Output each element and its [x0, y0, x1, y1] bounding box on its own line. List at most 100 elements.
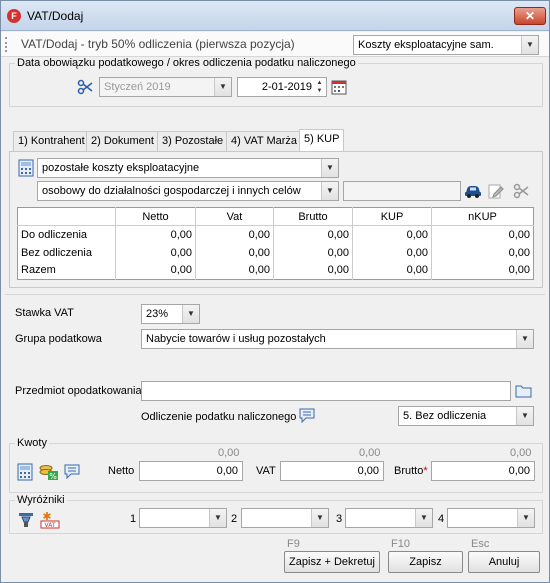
brutto-label-text: Brutto: [394, 465, 424, 477]
percent-coins-icon[interactable]: %: [39, 463, 59, 481]
vehicle-field[interactable]: [343, 181, 461, 201]
chevron-down-icon[interactable]: ▼: [321, 182, 338, 200]
chevron-down-icon[interactable]: ▼: [214, 78, 231, 96]
chevron-down-icon[interactable]: ▼: [521, 36, 538, 54]
odliczenie-value: 5. Bez odliczenia: [403, 410, 487, 422]
tab-pozostale[interactable]: 3) Pozostałe: [157, 131, 229, 151]
table-cell: 0,00: [273, 225, 353, 244]
table-header-row: Netto Vat Brutto KUP nKUP: [17, 207, 534, 226]
category-select[interactable]: Koszty eksploatacyjne sam. ▼: [353, 35, 539, 55]
spin-arrows-icon[interactable]: ▲ ▼: [314, 79, 325, 95]
kup-amounts-table: Netto Vat Brutto KUP nKUP Do odliczenia …: [17, 207, 534, 280]
column-header: KUP: [352, 207, 432, 226]
netto-value: 0,00: [216, 465, 238, 477]
brutto-field[interactable]: 0,00: [431, 461, 535, 481]
kup-category-select[interactable]: pozostałe koszty eksploatacyjne ▼: [37, 158, 339, 178]
stawka-vat-value: 23%: [146, 308, 169, 320]
table-cell: 0,00: [195, 243, 274, 262]
wyroznik-4-select[interactable]: ▼: [447, 508, 535, 528]
wyroznik-3-select[interactable]: ▼: [345, 508, 433, 528]
vat-label: VAT: [256, 465, 276, 477]
stawka-vat-select[interactable]: 23% ▼: [141, 304, 200, 324]
vat-dialog-window: F VAT/Dodaj ✕ VAT/Dodaj - tryb 50% odlic…: [0, 0, 550, 583]
calendar-icon[interactable]: [331, 79, 347, 95]
table-cell: 0,00: [431, 243, 534, 262]
chevron-down-icon[interactable]: ▼: [516, 330, 533, 348]
odliczenie-select[interactable]: 5. Bez odliczenia ▼: [398, 406, 534, 426]
grupa-podatkowa-select[interactable]: Nabycie towarów i usług pozostałych ▼: [141, 329, 534, 349]
window-title: VAT/Dodaj: [27, 9, 84, 23]
vehicle-type-value: osobowy do działalności gospodarczej i i…: [42, 185, 301, 197]
required-mark: *: [423, 465, 428, 477]
vat-hint: 0,00: [359, 447, 381, 459]
column-header: Vat: [195, 207, 274, 226]
tab-kontrahent[interactable]: 1) Kontrahent: [13, 131, 90, 151]
vehicle-type-select[interactable]: osobowy do działalności gospodarczej i i…: [37, 181, 339, 201]
mode-text: VAT/Dodaj - tryb 50% odliczenia (pierwsz…: [21, 37, 295, 51]
column-header: Brutto: [273, 207, 353, 226]
tab-vat-marza[interactable]: 4) VAT Marża: [226, 131, 303, 151]
netto-hint: 0,00: [218, 447, 240, 459]
table-cell: 0,00: [115, 225, 196, 244]
kup-category-value: pozostałe koszty eksploatacyjne: [42, 162, 200, 174]
wyroznik-2-select[interactable]: ▼: [241, 508, 329, 528]
table-cell: 0,00: [352, 243, 432, 262]
cancel-button[interactable]: Anuluj: [468, 551, 540, 573]
vat-star-icon[interactable]: ✱ VAT: [39, 511, 61, 529]
wyroznik-1-label: 1: [130, 513, 137, 525]
save-shortcut: F10: [391, 538, 410, 550]
calculator-icon[interactable]: [18, 159, 34, 177]
chevron-down-icon[interactable]: ▼: [209, 509, 226, 527]
grip-handle: [5, 37, 8, 52]
column-header: [17, 207, 116, 226]
save-button[interactable]: Zapisz: [388, 551, 463, 573]
close-button[interactable]: ✕: [514, 7, 546, 25]
wyroznik-2-label: 2: [231, 513, 238, 525]
stawka-vat-label: Stawka VAT: [15, 307, 74, 319]
chevron-down-icon[interactable]: ▼: [415, 509, 432, 527]
svg-text:%: %: [49, 472, 57, 481]
row-label: Bez odliczenia: [21, 246, 92, 259]
title-bar: F VAT/Dodaj ✕: [1, 1, 549, 31]
tab-dokument[interactable]: 2) Dokument: [86, 131, 159, 151]
tab-kup[interactable]: 5) KUP: [299, 129, 345, 152]
edit-document-icon[interactable]: [488, 183, 504, 199]
vat-field[interactable]: 0,00: [280, 461, 384, 481]
chevron-down-icon[interactable]: ▼: [321, 159, 338, 177]
scissors-icon[interactable]: [77, 79, 93, 95]
mode-header: VAT/Dodaj - tryb 50% odliczenia (pierwsz…: [1, 32, 549, 57]
chevron-down-icon[interactable]: ▼: [516, 407, 533, 425]
wyroznik-4-label: 4: [438, 513, 445, 525]
table-cell: 0,00: [195, 261, 274, 280]
folder-icon[interactable]: [515, 383, 533, 399]
scissors-icon[interactable]: [513, 183, 529, 199]
calculator-icon[interactable]: [17, 463, 33, 481]
cancel-shortcut: Esc: [471, 538, 490, 550]
month-select[interactable]: Styczeń 2019 ▼: [99, 77, 232, 97]
period-group-title: Data obowiązku podatkowego / okres odlic…: [15, 57, 358, 69]
month-select-value: Styczeń 2019: [104, 81, 171, 93]
netto-label: Netto: [108, 465, 135, 477]
category-select-value: Koszty eksploatacyjne sam.: [358, 39, 494, 51]
date-field[interactable]: 2-01-2019 ▲ ▼: [237, 77, 327, 97]
chevron-down-icon[interactable]: ▼: [182, 305, 199, 323]
chevron-down-icon[interactable]: ▼: [517, 509, 534, 527]
table-cell: 0,00: [431, 261, 534, 280]
save-decree-button[interactable]: Zapisz + Dekretuj: [284, 551, 380, 573]
przedmiot-field[interactable]: [141, 381, 511, 401]
highlighter-icon[interactable]: [17, 511, 35, 529]
netto-field[interactable]: 0,00: [139, 461, 243, 481]
comment-icon[interactable]: [299, 408, 315, 423]
grupa-podatkowa-value: Nabycie towarów i usług pozostałych: [146, 333, 326, 345]
divider: [5, 294, 545, 295]
chevron-down-icon[interactable]: ▼: [311, 509, 328, 527]
brutto-hint: 0,00: [510, 447, 532, 459]
svg-text:VAT: VAT: [44, 522, 55, 529]
comment-icon[interactable]: [64, 464, 80, 479]
wyroznik-1-select[interactable]: ▼: [139, 508, 227, 528]
row-label: Do odliczenia: [21, 228, 88, 241]
brutto-value: 0,00: [508, 465, 530, 477]
table-cell: 0,00: [195, 225, 274, 244]
car-icon[interactable]: [464, 183, 482, 199]
odliczenie-label: Odliczenie podatku naliczonego: [141, 411, 297, 423]
